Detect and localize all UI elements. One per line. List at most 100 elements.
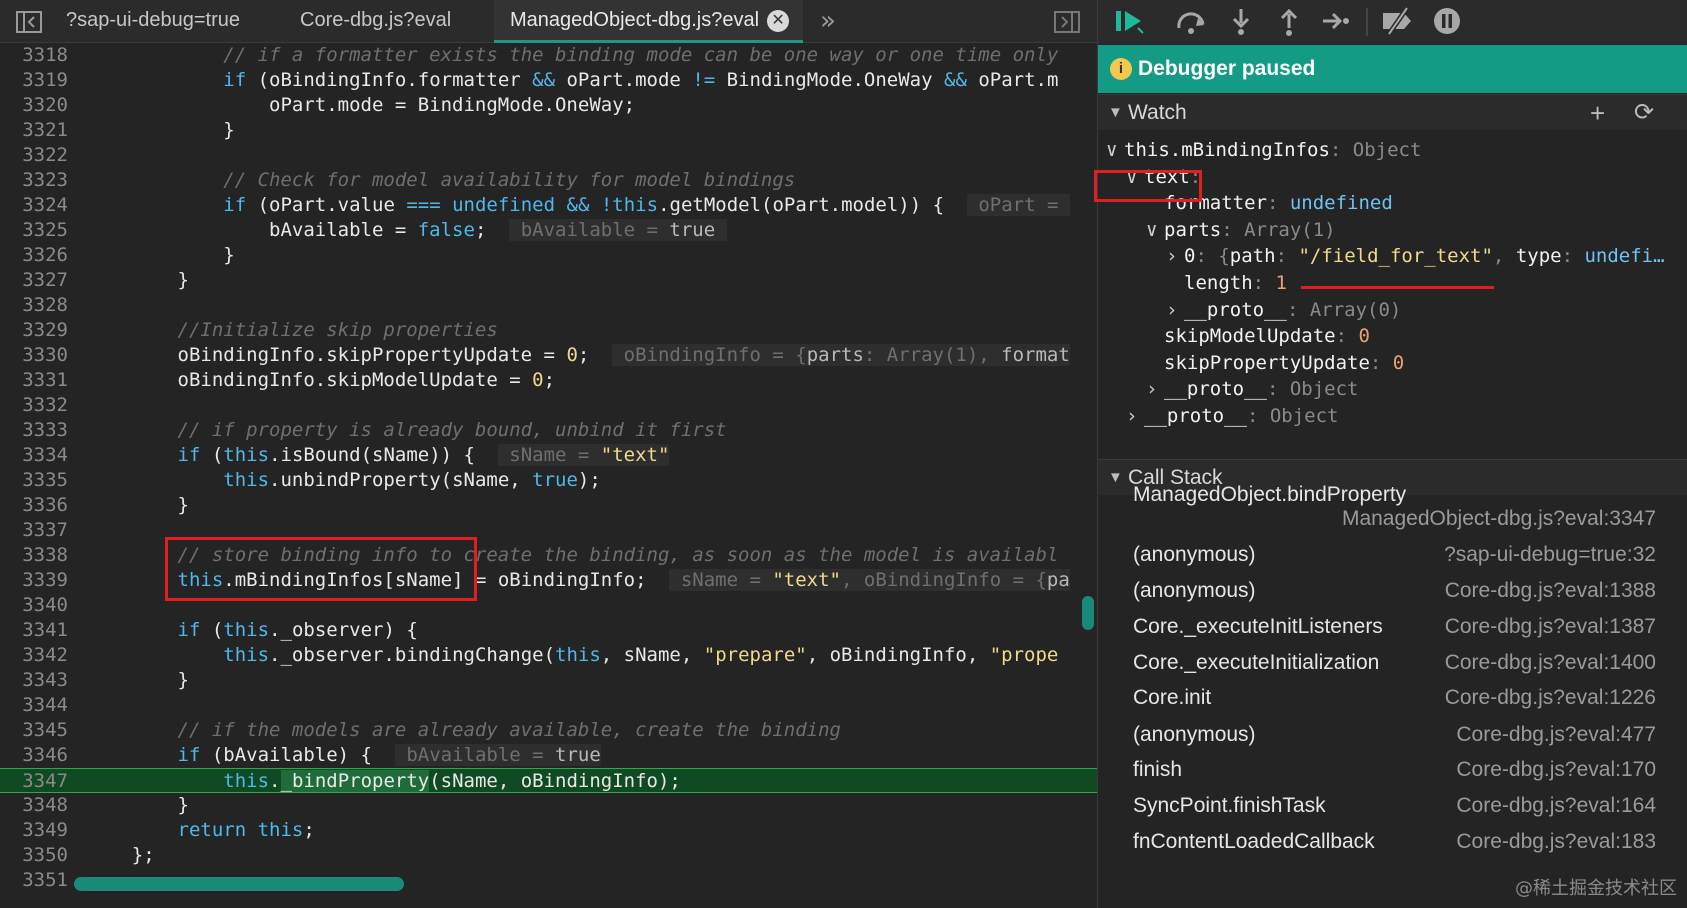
code-line[interactable]: 3331 oBindingInfo.skipModelUpdate = 0;: [0, 368, 1097, 393]
step-over-icon[interactable]: [1174, 6, 1208, 44]
code-line[interactable]: 3348 }: [0, 793, 1097, 818]
toggle-navigator-icon[interactable]: [16, 0, 42, 43]
call-frame[interactable]: (anonymous) Core-dbg.js?eval:477: [1133, 717, 1678, 753]
line-number[interactable]: 3340: [0, 593, 68, 618]
tab-core-dbg[interactable]: Core-dbg.js?eval: [300, 0, 451, 43]
vertical-scrollbar[interactable]: [1082, 596, 1094, 630]
watch-entry[interactable]: › 0: {path: "/field_for_text", type: unde…: [1166, 242, 1665, 270]
code-line[interactable]: 3349 return this;: [0, 818, 1097, 843]
watch-section-header[interactable]: ▼ Watch + ⟳: [1098, 94, 1687, 130]
pause-on-exceptions-icon[interactable]: [1432, 6, 1462, 44]
line-number[interactable]: 3320: [0, 93, 68, 118]
call-frame[interactable]: fnContentLoadedCallback Core-dbg.js?eval:…: [1133, 824, 1678, 860]
line-number[interactable]: 3347: [0, 769, 68, 794]
call-frame[interactable]: (anonymous) ?sap-ui-debug=true:32: [1133, 537, 1678, 573]
line-number[interactable]: 3324: [0, 193, 68, 218]
step-into-icon[interactable]: [1228, 6, 1254, 44]
expand-arrow-icon[interactable]: [1146, 349, 1164, 377]
expand-arrow-icon[interactable]: [1146, 322, 1164, 350]
code-line[interactable]: 3327 }: [0, 268, 1097, 293]
code-line[interactable]: 3325 bAvailable = false; bAvailable = tr…: [0, 218, 1097, 243]
watch-entry[interactable]: ∨ this.mBindingInfos: Object: [1106, 136, 1421, 164]
line-number[interactable]: 3327: [0, 268, 68, 293]
line-number[interactable]: 3351: [0, 868, 68, 893]
code-line[interactable]: 3318 // if a formatter exists the bindin…: [0, 44, 1097, 68]
code-line[interactable]: 3335 this.unbindProperty(sName, true);: [0, 468, 1097, 493]
execution-line[interactable]: 3347 this._bindProperty(sName, oBindingI…: [0, 768, 1097, 793]
call-frame[interactable]: ManagedObject.bindProperty ManagedObject-…: [1133, 477, 1678, 530]
frame-location[interactable]: Core-dbg.js?eval:1387: [1445, 609, 1656, 645]
line-number[interactable]: 3343: [0, 668, 68, 693]
call-frame[interactable]: (anonymous) Core-dbg.js?eval:1388: [1133, 573, 1678, 609]
call-frame[interactable]: finish Core-dbg.js?eval:170: [1133, 752, 1678, 788]
line-number[interactable]: 3346: [0, 743, 68, 768]
resume-icon[interactable]: [1114, 6, 1148, 44]
watch-entry[interactable]: › __proto__: Array(0): [1166, 296, 1401, 324]
expand-arrow-icon[interactable]: ›: [1166, 296, 1184, 324]
line-number[interactable]: 3336: [0, 493, 68, 518]
line-number[interactable]: 3326: [0, 243, 68, 268]
code-line[interactable]: 3332: [0, 393, 1097, 418]
code-line[interactable]: 3345 // if the models are already availa…: [0, 718, 1097, 743]
watch-entry[interactable]: › __proto__: Object: [1126, 402, 1338, 430]
watch-entry[interactable]: › __proto__: Object: [1146, 375, 1358, 403]
code-line[interactable]: 3343 }: [0, 668, 1097, 693]
frame-location[interactable]: Core-dbg.js?eval:1226: [1445, 680, 1656, 716]
line-number[interactable]: 3331: [0, 368, 68, 393]
refresh-icon[interactable]: ⟳: [1634, 95, 1654, 131]
code-line[interactable]: 3322: [0, 143, 1097, 168]
code-line[interactable]: 3329 //Initialize skip properties: [0, 318, 1097, 343]
tab-managedobject-dbg[interactable]: ManagedObject-dbg.js?eval ✕: [494, 0, 804, 43]
watch-entry[interactable]: length: 1: [1166, 269, 1287, 297]
line-number[interactable]: 3323: [0, 168, 68, 193]
line-number[interactable]: 3338: [0, 543, 68, 568]
code-line[interactable]: 3330 oBindingInfo.skipPropertyUpdate = 0…: [0, 343, 1097, 368]
expand-arrow-icon[interactable]: ›: [1166, 242, 1184, 270]
expand-arrow-icon[interactable]: ∨: [1146, 216, 1164, 244]
line-number[interactable]: 3333: [0, 418, 68, 443]
code-line[interactable]: 3344: [0, 693, 1097, 718]
code-line[interactable]: 3334 if (this.isBound(sName)) { sName = …: [0, 443, 1097, 468]
frame-location[interactable]: Core-dbg.js?eval:170: [1456, 752, 1656, 788]
code-line[interactable]: 3342 this._observer.bindingChange(this, …: [0, 643, 1097, 668]
code-line[interactable]: 3324 if (oPart.value === undefined && !t…: [0, 193, 1097, 218]
line-number[interactable]: 3337: [0, 518, 68, 543]
line-number[interactable]: 3319: [0, 68, 68, 93]
line-number[interactable]: 3321: [0, 118, 68, 143]
deactivate-breakpoints-icon[interactable]: [1380, 6, 1416, 44]
code-line[interactable]: 3336 }: [0, 493, 1097, 518]
line-number[interactable]: 3335: [0, 468, 68, 493]
line-number[interactable]: 3339: [0, 568, 68, 593]
line-number[interactable]: 3349: [0, 818, 68, 843]
line-number[interactable]: 3341: [0, 618, 68, 643]
watch-entry[interactable]: ∨ parts: Array(1): [1146, 216, 1336, 244]
code-line[interactable]: 3321 }: [0, 118, 1097, 143]
frame-location[interactable]: Core-dbg.js?eval:1388: [1445, 573, 1656, 609]
close-icon[interactable]: ✕: [767, 9, 790, 32]
chevron-double-right-icon[interactable]: »: [820, 0, 836, 43]
expand-arrow-icon[interactable]: ›: [1146, 375, 1164, 403]
code-line[interactable]: 3333 // if property is already bound, un…: [0, 418, 1097, 443]
add-watch-icon[interactable]: +: [1590, 95, 1605, 131]
code-line[interactable]: 3323 // Check for model availability for…: [0, 168, 1097, 193]
code-editor[interactable]: 3318 // if a formatter exists the bindin…: [0, 44, 1097, 900]
tab-sap-ui-debug[interactable]: ?sap-ui-debug=true: [66, 0, 240, 43]
line-number[interactable]: 3330: [0, 343, 68, 368]
expand-arrow-icon[interactable]: ›: [1126, 402, 1144, 430]
code-line[interactable]: 3328: [0, 293, 1097, 318]
frame-location[interactable]: ?sap-ui-debug=true:32: [1444, 537, 1656, 573]
step-out-icon[interactable]: [1276, 6, 1302, 44]
line-number[interactable]: 3318: [0, 44, 68, 68]
frame-location[interactable]: Core-dbg.js?eval:477: [1456, 717, 1656, 753]
horizontal-scrollbar[interactable]: [74, 877, 404, 891]
frame-location[interactable]: Core-dbg.js?eval:164: [1456, 788, 1656, 824]
call-frame[interactable]: Core._executeInitialization Core-dbg.js?e…: [1133, 645, 1678, 681]
line-number[interactable]: 3342: [0, 643, 68, 668]
watch-entry[interactable]: skipModelUpdate: 0: [1146, 322, 1370, 350]
expand-arrow-icon[interactable]: [1166, 269, 1184, 297]
line-number[interactable]: 3344: [0, 693, 68, 718]
expand-arrow-icon[interactable]: ∨: [1106, 136, 1124, 164]
frame-location[interactable]: Core-dbg.js?eval:1400: [1445, 645, 1656, 681]
line-number[interactable]: 3328: [0, 293, 68, 318]
code-line[interactable]: 3320 oPart.mode = BindingMode.OneWay;: [0, 93, 1097, 118]
